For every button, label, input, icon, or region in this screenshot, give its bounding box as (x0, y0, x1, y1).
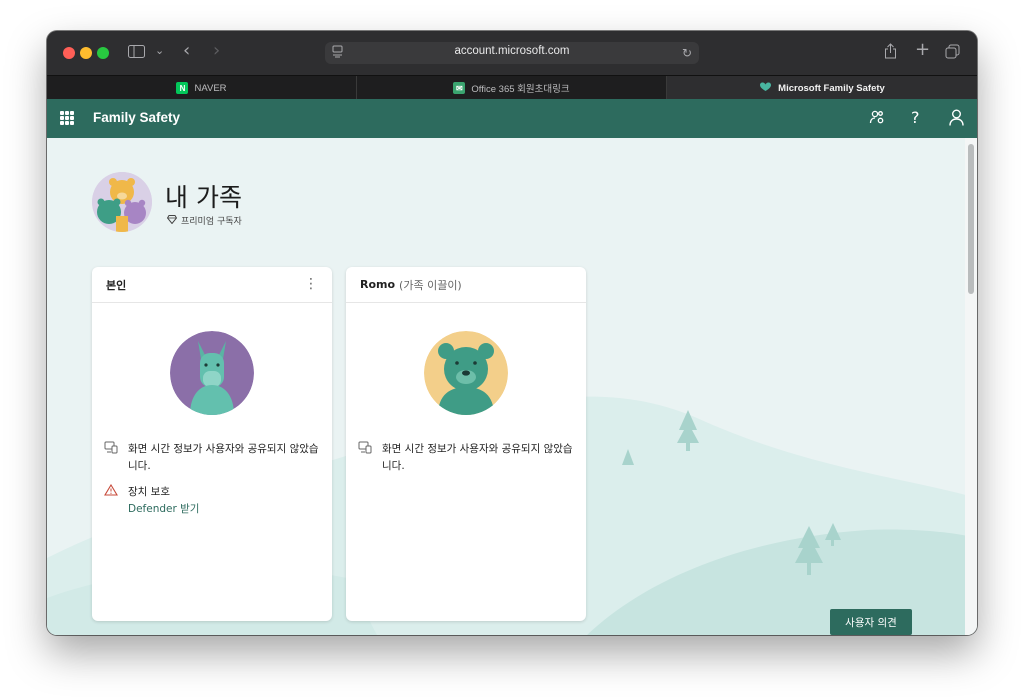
tab-overview-icon[interactable] (945, 44, 960, 62)
browser-titlebar: ⌄ ‹ › account.microsoft.com ↻ + (47, 31, 977, 75)
device-protection-label: 장치 보호 (128, 486, 170, 498)
app-title[interactable]: Family Safety (93, 110, 180, 125)
member-name: 본인 (106, 278, 127, 292)
devices-icon (104, 441, 118, 475)
tab-office365[interactable]: ✉ Office 365 회원초대링크 (357, 76, 667, 100)
forward-button[interactable]: › (213, 42, 220, 60)
zoom-window-button[interactable] (97, 47, 109, 59)
new-tab-icon[interactable]: + (915, 41, 930, 59)
subscription-label: 프리미엄 구독자 (181, 217, 242, 227)
scrollbar[interactable] (965, 138, 977, 635)
scrollbar-thumb[interactable] (968, 144, 974, 294)
tab-bar: N NAVER ✉ Office 365 회원초대링크 Microsoft Fa… (47, 75, 977, 100)
member-card-header: 본인 (92, 267, 332, 303)
account-icon[interactable] (949, 109, 964, 130)
warning-icon (104, 483, 118, 518)
member-avatar-llama[interactable] (170, 331, 254, 415)
get-defender-link[interactable]: Defender 받기 (128, 503, 199, 515)
app-header: Family Safety ? (47, 99, 977, 138)
reload-icon[interactable]: ↻ (682, 45, 692, 61)
screen-time-status: 화면 시간 정보가 사용자와 공유되지 않았습니다. (358, 441, 574, 475)
url-text: account.microsoft.com (454, 45, 570, 57)
mail-icon: ✉ (453, 82, 466, 94)
address-bar[interactable]: account.microsoft.com ↻ (325, 42, 699, 64)
screen-time-text: 화면 시간 정보가 사용자와 공유되지 않았습니다. (382, 443, 573, 472)
screen-time-status: 화면 시간 정보가 사용자와 공유되지 않았습니다. (104, 441, 320, 475)
family-safety-logo-icon (759, 82, 772, 95)
feedback-button[interactable]: 사용자 의견 (830, 609, 912, 635)
member-card-romo[interactable]: Romo (가족 이끌이) 화면 시간 정보가 사용자와 공유되지 않았습니다. (346, 267, 586, 621)
back-button[interactable]: ‹ (183, 42, 190, 60)
member-card-self[interactable]: 본인 ⋮ 화면 시간 정보가 사용자와 공유되지 않았습니다. 장치 보호 De… (92, 267, 332, 621)
member-role: (가족 이끌이) (399, 278, 462, 292)
member-name: Romo (360, 278, 396, 291)
family-avatar[interactable] (92, 172, 152, 232)
close-window-button[interactable] (63, 47, 75, 59)
device-protection-status: 장치 보호 Defender 받기 (104, 483, 320, 518)
tab-label: NAVER (194, 82, 227, 94)
share-icon[interactable] (884, 43, 897, 62)
tab-family-safety[interactable]: Microsoft Family Safety (667, 76, 977, 100)
help-icon[interactable]: ? (911, 108, 920, 127)
naver-logo-icon: N (176, 82, 189, 94)
main-content: 내 가족 프리미엄 구독자 본인 ⋮ 화면 시간 정보가 사용자와 공유되지 않… (47, 138, 977, 635)
tab-naver[interactable]: N NAVER (47, 76, 357, 100)
family-settings-icon[interactable] (869, 109, 885, 129)
subscription-status: 프리미엄 구독자 (166, 214, 242, 227)
diamond-icon (166, 214, 178, 227)
page-title: 내 가족 (165, 183, 242, 212)
sidebar-toggle-icon[interactable] (128, 45, 145, 61)
tab-label: Office 365 회원초대링크 (471, 84, 570, 95)
screen-time-text: 화면 시간 정보가 사용자와 공유되지 않았습니다. (128, 443, 319, 472)
app-launcher-icon[interactable] (60, 111, 74, 125)
member-avatar-bear[interactable] (424, 331, 508, 415)
browser-window: ⌄ ‹ › account.microsoft.com ↻ + N NAVER … (47, 31, 977, 635)
member-card-header: Romo (가족 이끌이) (346, 267, 586, 303)
devices-icon (358, 441, 372, 475)
more-options-icon[interactable]: ⋮ (304, 277, 318, 291)
minimize-window-button[interactable] (80, 47, 92, 59)
tab-label: Microsoft Family Safety (778, 82, 885, 94)
chevron-down-icon[interactable]: ⌄ (155, 43, 164, 59)
